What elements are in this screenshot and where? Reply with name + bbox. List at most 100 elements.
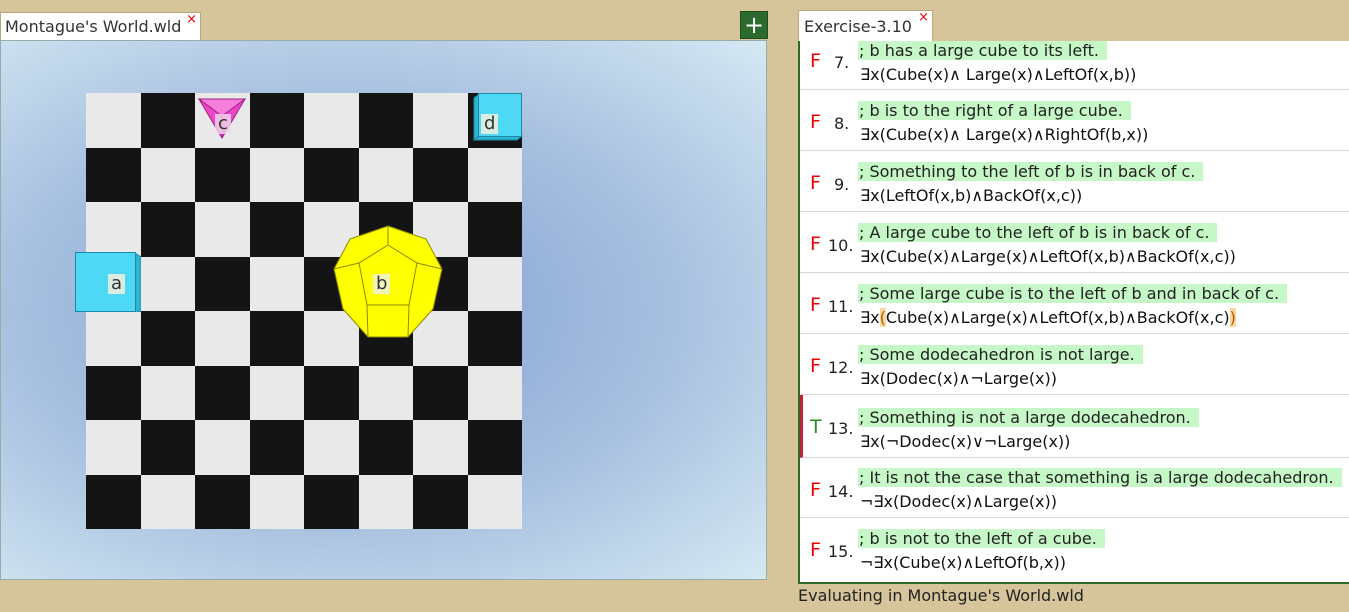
chessboard[interactable] bbox=[86, 93, 522, 529]
formula-quantifier: ∃x bbox=[860, 308, 880, 327]
board-square[interactable] bbox=[413, 147, 468, 202]
board-square[interactable] bbox=[86, 365, 141, 420]
board-square[interactable] bbox=[249, 420, 304, 475]
board-square[interactable] bbox=[86, 202, 141, 257]
board-square[interactable] bbox=[249, 311, 304, 366]
sentence-row[interactable]: F 7. ; b has a large cube to its left. ∃… bbox=[800, 41, 1349, 90]
sentence-comment[interactable]: ; b is not to the left of a cube. bbox=[858, 529, 1105, 548]
sentence-comment[interactable]: ; b is to the right of a large cube. bbox=[858, 101, 1131, 120]
board-square[interactable] bbox=[304, 474, 359, 529]
board-square[interactable] bbox=[195, 311, 250, 366]
board-square[interactable] bbox=[358, 147, 413, 202]
board-square[interactable] bbox=[86, 420, 141, 475]
object-label: a bbox=[108, 274, 126, 294]
board-square[interactable] bbox=[249, 474, 304, 529]
board-square[interactable] bbox=[358, 93, 413, 148]
board-square[interactable] bbox=[195, 365, 250, 420]
sentence-comment[interactable]: ; Some dodecahedron is not large. bbox=[858, 345, 1143, 364]
add-tab-button[interactable]: + bbox=[740, 11, 768, 39]
world-file-tab[interactable]: Montague's World.wld × bbox=[0, 12, 201, 40]
board-square[interactable] bbox=[140, 147, 195, 202]
board-square[interactable] bbox=[86, 147, 141, 202]
close-icon[interactable]: × bbox=[918, 10, 929, 25]
board-square[interactable] bbox=[195, 202, 250, 257]
sentence-comment[interactable]: ; A large cube to the left of b is in ba… bbox=[858, 223, 1218, 242]
sentence-formula[interactable]: ¬∃x(Dodec(x)∧Large(x)) bbox=[860, 492, 1057, 511]
board-square[interactable] bbox=[140, 256, 195, 311]
sentence-formula[interactable]: ∃x(Cube(x)∧ Large(x)∧LeftOf(x,b)) bbox=[860, 65, 1136, 84]
sentence-comment[interactable]: ; Something is not a large dodecahedron. bbox=[858, 408, 1199, 427]
sentence-row[interactable]: F 11. ; Some large cube is to the left o… bbox=[800, 273, 1349, 334]
board-square[interactable] bbox=[140, 420, 195, 475]
board-square[interactable] bbox=[249, 202, 304, 257]
sentence-comment[interactable]: ; Something to the left of b is in back … bbox=[858, 162, 1204, 181]
board-square[interactable] bbox=[358, 365, 413, 420]
board-square[interactable] bbox=[140, 202, 195, 257]
board-square[interactable] bbox=[304, 147, 359, 202]
sentence-formula[interactable]: ∃x(Cube(x)∧ Large(x)∧RightOf(b,x)) bbox=[860, 125, 1148, 144]
sentence-comment[interactable]: ; Some large cube is to the left of b an… bbox=[858, 284, 1288, 303]
board-square[interactable] bbox=[249, 147, 304, 202]
sentence-row[interactable]: F 14. ; It is not the case that somethin… bbox=[800, 458, 1349, 518]
truth-value: F bbox=[810, 111, 821, 133]
board-square[interactable] bbox=[467, 202, 522, 257]
board-square[interactable] bbox=[195, 420, 250, 475]
truth-value: F bbox=[810, 50, 821, 72]
board-square[interactable] bbox=[358, 474, 413, 529]
dodecahedron-b[interactable]: b bbox=[333, 225, 443, 339]
close-icon[interactable]: × bbox=[186, 12, 197, 27]
board-square[interactable] bbox=[195, 147, 250, 202]
sentence-row-selected[interactable]: T 13. ; Something is not a large dodecah… bbox=[800, 395, 1349, 458]
board-square[interactable] bbox=[413, 474, 468, 529]
board-square[interactable] bbox=[140, 365, 195, 420]
board-square[interactable] bbox=[140, 311, 195, 366]
board-square[interactable] bbox=[467, 311, 522, 366]
sentence-row[interactable]: F 15. ; b is not to the left of a cube. … bbox=[800, 518, 1349, 579]
sentence-comment[interactable]: ; b has a large cube to its left. bbox=[858, 41, 1107, 60]
world-view[interactable]: a b c d bbox=[0, 40, 767, 580]
board-square[interactable] bbox=[467, 256, 522, 311]
board-square[interactable] bbox=[304, 365, 359, 420]
sentence-formula[interactable]: ¬∃x(Cube(x)∧LeftOf(b,x)) bbox=[860, 553, 1066, 572]
board-square[interactable] bbox=[86, 474, 141, 529]
matched-paren-close: ) bbox=[1229, 308, 1236, 327]
board-square[interactable] bbox=[249, 256, 304, 311]
board-square[interactable] bbox=[304, 93, 359, 148]
board-square[interactable] bbox=[413, 93, 468, 148]
tetrahedron-c[interactable]: c bbox=[197, 98, 247, 140]
sentence-number: 14. bbox=[828, 482, 854, 501]
truth-value: F bbox=[810, 355, 821, 377]
sentence-formula[interactable]: ∃x(LeftOf(x,b)∧BackOf(x,c)) bbox=[860, 186, 1082, 205]
sentence-comment[interactable]: ; It is not the case that something is a… bbox=[858, 468, 1342, 487]
exercise-file-tab[interactable]: Exercise-3.10 × bbox=[798, 10, 933, 41]
board-square[interactable] bbox=[467, 365, 522, 420]
sentence-formula[interactable]: ∃x(Cube(x)∧Large(x)∧LeftOf(x,b)∧BackOf(x… bbox=[860, 247, 1236, 266]
sentence-row[interactable]: F 9. ; Something to the left of b is in … bbox=[800, 151, 1349, 212]
board-square[interactable] bbox=[86, 93, 141, 148]
board-square[interactable] bbox=[195, 474, 250, 529]
sentence-formula[interactable]: ∃x(¬Dodec(x)∨¬Large(x)) bbox=[860, 432, 1070, 451]
board-square[interactable] bbox=[467, 147, 522, 202]
truth-value: F bbox=[810, 294, 821, 316]
board-square[interactable] bbox=[304, 420, 359, 475]
board-square[interactable] bbox=[195, 256, 250, 311]
board-square[interactable] bbox=[358, 420, 413, 475]
sentence-number: 9. bbox=[834, 175, 850, 194]
board-square[interactable] bbox=[413, 420, 468, 475]
sentence-list[interactable]: F 7. ; b has a large cube to its left. ∃… bbox=[798, 41, 1349, 584]
board-square[interactable] bbox=[467, 474, 522, 529]
cube-d[interactable]: d bbox=[472, 92, 524, 142]
sentence-row[interactable]: F 12. ; Some dodecahedron is not large. … bbox=[800, 334, 1349, 395]
sentence-formula[interactable]: ∃x(Dodec(x)∧¬Large(x)) bbox=[860, 369, 1057, 388]
board-square[interactable] bbox=[86, 311, 141, 366]
board-square[interactable] bbox=[249, 365, 304, 420]
board-square[interactable] bbox=[140, 474, 195, 529]
sentence-row[interactable]: F 8. ; b is to the right of a large cube… bbox=[800, 90, 1349, 151]
board-square[interactable] bbox=[467, 420, 522, 475]
sentence-row[interactable]: F 10. ; A large cube to the left of b is… bbox=[800, 212, 1349, 273]
board-square[interactable] bbox=[140, 93, 195, 148]
cube-a[interactable]: a bbox=[75, 252, 142, 313]
sentence-formula[interactable]: ∃x(Cube(x)∧Large(x)∧LeftOf(x,b)∧BackOf(x… bbox=[860, 308, 1236, 327]
board-square[interactable] bbox=[249, 93, 304, 148]
board-square[interactable] bbox=[413, 365, 468, 420]
